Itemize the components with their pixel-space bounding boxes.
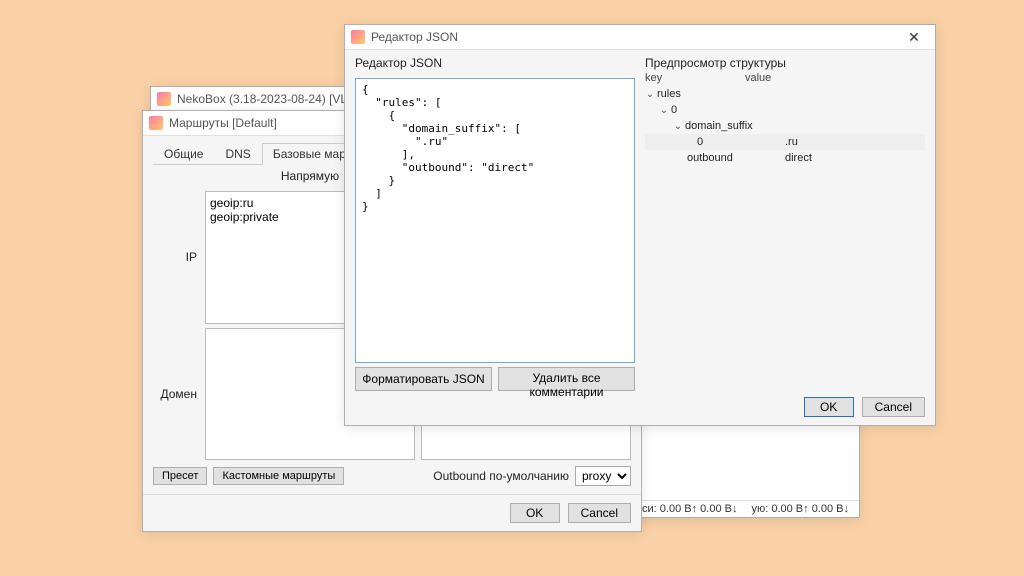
app-icon (351, 30, 365, 44)
chevron-down-icon[interactable]: ⌄ (645, 89, 655, 100)
status-proxy: окси: 0.00 B↑ 0.00 B↓ (631, 503, 737, 515)
json-ok-button[interactable]: OK (804, 397, 854, 417)
col-value: value (745, 72, 925, 84)
routes-ok-button[interactable]: OK (510, 503, 560, 523)
tab-dns[interactable]: DNS (214, 143, 261, 165)
editor-label: Редактор JSON (355, 56, 635, 74)
app-icon (157, 92, 171, 106)
format-json-button[interactable]: Форматировать JSON (355, 367, 492, 391)
chevron-down-icon[interactable]: ⌄ (659, 105, 669, 116)
strip-comments-button[interactable]: Удалить все комментарии (498, 367, 635, 391)
routes-cancel-button[interactable]: Cancel (568, 503, 631, 523)
row-domain: Домен (153, 387, 199, 401)
json-editor-dialog: Редактор JSON ✕ Редактор JSON Предпросмо… (344, 24, 936, 426)
tab-general[interactable]: Общие (153, 143, 214, 165)
structure-tree[interactable]: ⌄rules ⌄0 ⌄domain_suffix 0.ru outbounddi… (645, 86, 925, 391)
json-cancel-button[interactable]: Cancel (862, 397, 925, 417)
preview-label: Предпросмотр структуры (645, 56, 925, 70)
preset-button[interactable]: Пресет (153, 467, 207, 485)
row-ip: IP (153, 250, 199, 264)
chevron-down-icon[interactable]: ⌄ (673, 121, 683, 132)
custom-routes-button[interactable]: Кастомные маршруты (213, 467, 344, 485)
json-title: Редактор JSON (371, 30, 899, 44)
close-icon[interactable]: ✕ (899, 29, 929, 46)
status-direct: ую: 0.00 B↑ 0.00 B↓ (751, 503, 849, 515)
outbound-select[interactable]: proxy (575, 466, 631, 486)
col-key: key (645, 72, 745, 84)
outbound-label: Outbound по-умолчанию (433, 469, 569, 483)
json-textarea[interactable] (355, 78, 635, 363)
app-icon (149, 116, 163, 130)
json-titlebar: Редактор JSON ✕ (345, 25, 935, 50)
